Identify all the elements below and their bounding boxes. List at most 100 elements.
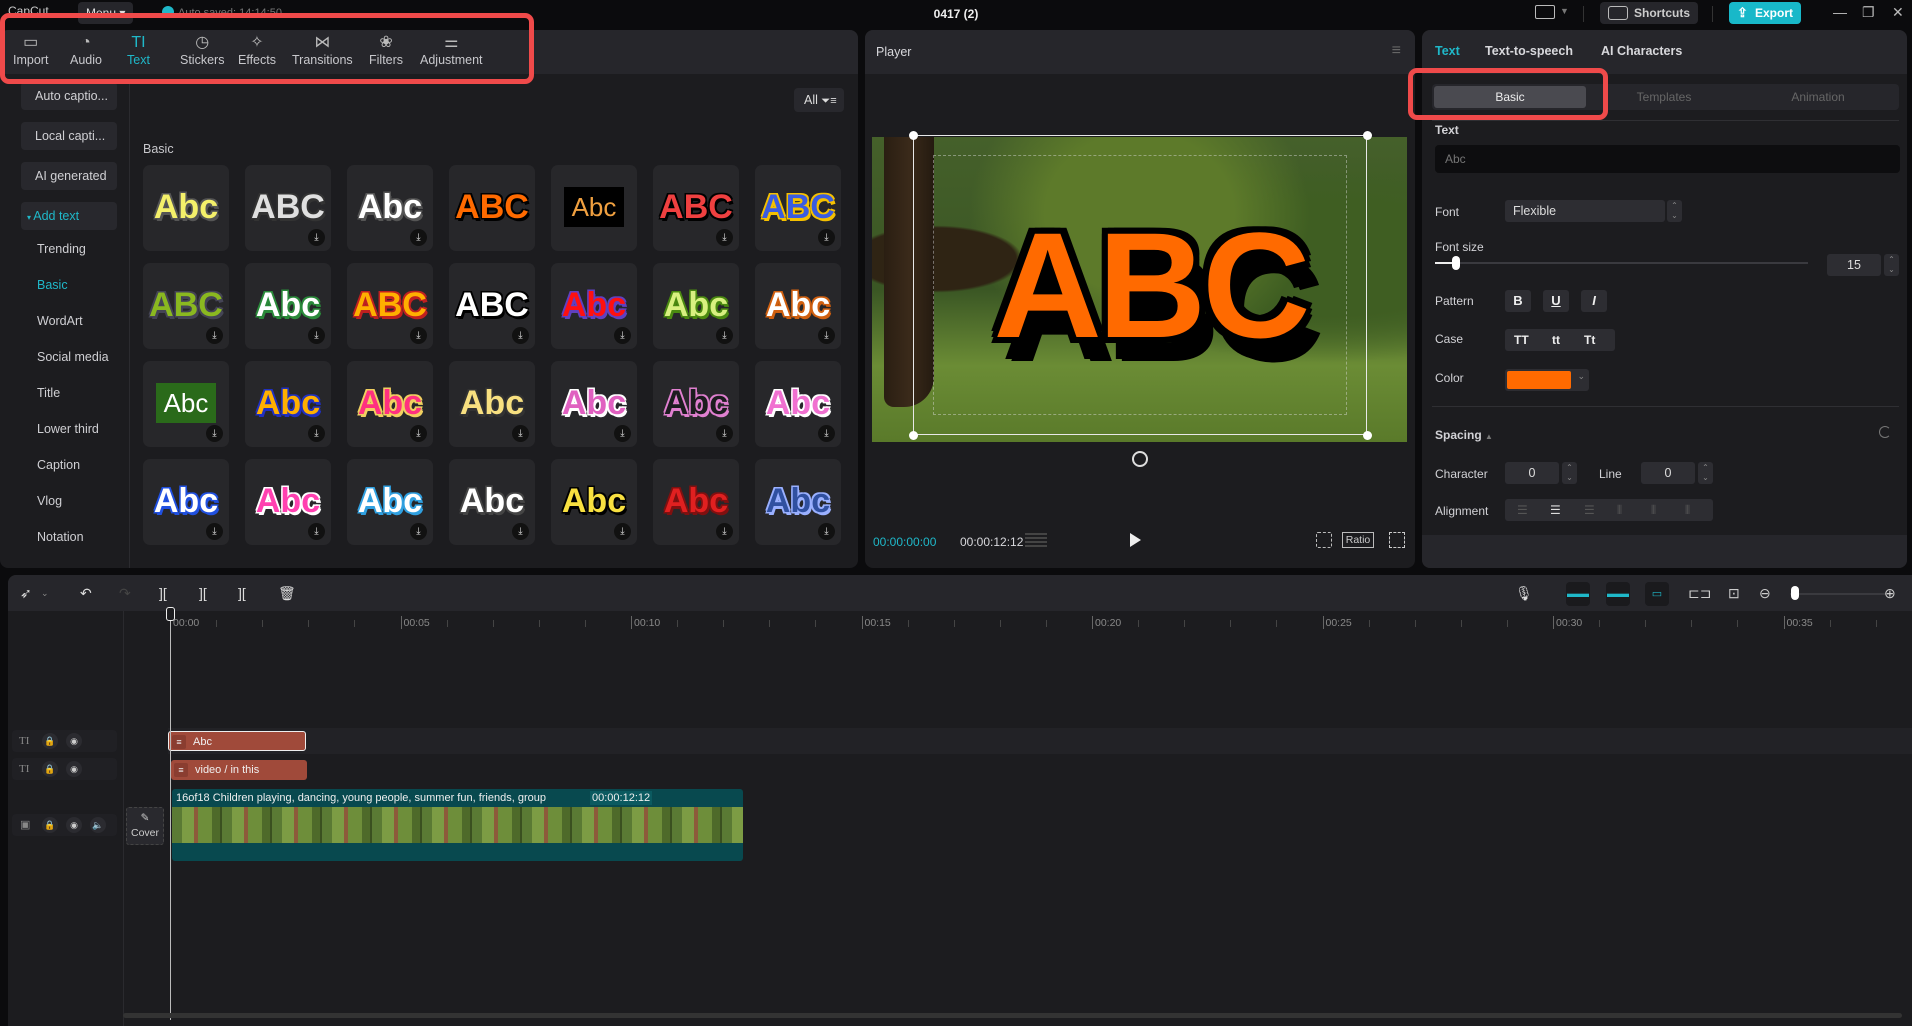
tab-text-to-speech[interactable]: Text-to-speech bbox=[1485, 44, 1573, 58]
download-icon[interactable]: ⤓ bbox=[512, 523, 529, 540]
linkage-button[interactable]: ▭ bbox=[1645, 582, 1669, 606]
text-clip[interactable]: ≡ video / in this bbox=[171, 760, 307, 780]
text-preset-card[interactable]: Abc ⤓ bbox=[551, 361, 637, 447]
text-preset-card[interactable]: Abc ⤓ bbox=[143, 361, 229, 447]
align-left-icon[interactable]: ☰ bbox=[1517, 502, 1528, 518]
text-preset-card[interactable]: Abc ⤓ bbox=[449, 361, 535, 447]
text-preset-card[interactable]: Abc ⤓ bbox=[551, 459, 637, 545]
text-preset-card[interactable]: Abc bbox=[551, 165, 637, 251]
eye-icon[interactable]: ◉ bbox=[66, 817, 82, 833]
ratio-button[interactable]: Ratio bbox=[1342, 532, 1374, 548]
text-preset-card[interactable]: ABC ⤓ bbox=[755, 165, 841, 251]
export-button[interactable]: ⇪ Export bbox=[1729, 2, 1801, 24]
titlecase-button[interactable]: Tt bbox=[1584, 329, 1595, 351]
align-center-icon[interactable]: ☰ bbox=[1550, 502, 1561, 518]
subtab-templates[interactable]: Templates bbox=[1588, 86, 1740, 108]
download-icon[interactable]: ⤓ bbox=[308, 425, 325, 442]
layout-icon[interactable] bbox=[1535, 5, 1555, 19]
download-icon[interactable]: ⤓ bbox=[716, 425, 733, 442]
sidebar-item-lower-third[interactable]: Lower third bbox=[37, 422, 99, 436]
download-icon[interactable]: ⤓ bbox=[308, 229, 325, 246]
text-input[interactable] bbox=[1435, 145, 1900, 173]
zoom-to-fit-icon[interactable]: ⊡ bbox=[1728, 584, 1740, 602]
lowercase-button[interactable]: tt bbox=[1552, 329, 1560, 351]
timeline-ruler[interactable]: 00:00 00:05 00:10 00:15 00:20 00:25 00:30 00:35 bbox=[123, 611, 1912, 637]
reset-icon[interactable] bbox=[1879, 426, 1891, 438]
resize-handle[interactable] bbox=[909, 431, 918, 440]
download-icon[interactable]: ⤓ bbox=[614, 425, 631, 442]
download-icon[interactable]: ⤓ bbox=[818, 229, 835, 246]
resize-handle[interactable] bbox=[1363, 431, 1372, 440]
text-preset-card[interactable]: Abc ⤓ bbox=[245, 263, 331, 349]
sidebar-item-trending[interactable]: Trending bbox=[37, 242, 86, 256]
tab-text[interactable]: Text bbox=[1435, 44, 1460, 58]
text-clip[interactable]: ≡ Abc bbox=[168, 731, 306, 751]
selection-box[interactable] bbox=[913, 135, 1367, 435]
vertical-top-icon[interactable]: ⫴ bbox=[1617, 502, 1622, 518]
download-icon[interactable]: ⤓ bbox=[716, 327, 733, 344]
video-clip[interactable]: 16of18 Children playing, dancing, young … bbox=[172, 789, 743, 861]
download-icon[interactable]: ⤓ bbox=[716, 523, 733, 540]
line-spacing-input[interactable]: 0 bbox=[1641, 462, 1695, 484]
text-preset-card[interactable]: Abc bbox=[143, 165, 229, 251]
tab-ai-characters[interactable]: AI Characters bbox=[1601, 44, 1682, 58]
font-size-stepper[interactable]: ⌃ ⌄ bbox=[1884, 254, 1899, 276]
restore-icon[interactable]: ❐ bbox=[1862, 4, 1875, 21]
text-preset-card[interactable]: Abc ⤓ bbox=[755, 459, 841, 545]
add-text-button[interactable]: ▾ Add text bbox=[21, 202, 117, 230]
tool-transitions[interactable]: ⋈ Transitions bbox=[292, 33, 353, 67]
uppercase-button[interactable]: TT bbox=[1514, 329, 1529, 351]
font-size-input[interactable]: 15 bbox=[1827, 254, 1881, 276]
fullscreen-icon[interactable] bbox=[1389, 532, 1405, 548]
tool-stickers[interactable]: ◷ Stickers bbox=[180, 33, 224, 67]
subtab-animation[interactable]: Animation bbox=[1742, 86, 1894, 108]
download-icon[interactable]: ⤓ bbox=[410, 229, 427, 246]
playhead-handle[interactable] bbox=[166, 607, 175, 621]
underline-button[interactable]: U bbox=[1543, 290, 1569, 312]
text-preset-card[interactable]: Abc ⤓ bbox=[245, 361, 331, 447]
download-icon[interactable]: ⤓ bbox=[410, 327, 427, 344]
download-icon[interactable]: ⤓ bbox=[410, 425, 427, 442]
main-track-magnet-button[interactable]: ▬▬ bbox=[1566, 582, 1590, 606]
preview-axis-icon[interactable]: ⊏⊐ bbox=[1688, 584, 1711, 602]
minimize-icon[interactable]: — bbox=[1833, 4, 1847, 20]
download-icon[interactable]: ⤓ bbox=[308, 523, 325, 540]
text-preset-card[interactable]: Abc ⤓ bbox=[143, 459, 229, 545]
bold-button[interactable]: B bbox=[1505, 290, 1531, 312]
text-preset-card[interactable]: Abc ⤓ bbox=[653, 263, 739, 349]
local-captions-button[interactable]: Local capti... bbox=[21, 122, 117, 150]
download-icon[interactable]: ⤓ bbox=[512, 327, 529, 344]
tool-audio[interactable]: ◔ Audio bbox=[70, 33, 102, 67]
download-icon[interactable]: ⤓ bbox=[512, 425, 529, 442]
line-spacing-stepper[interactable]: ⌃ ⌄ bbox=[1698, 462, 1713, 484]
select-tool-icon[interactable]: ➶ bbox=[20, 584, 32, 602]
download-icon[interactable]: ⤓ bbox=[818, 523, 835, 540]
delete-icon[interactable]: 🗑 bbox=[278, 584, 296, 602]
download-icon[interactable]: ⤓ bbox=[206, 425, 223, 442]
auto-snap-button[interactable]: ▬▬ bbox=[1606, 582, 1630, 606]
download-icon[interactable]: ⤓ bbox=[308, 327, 325, 344]
split-left-icon[interactable]: ][ bbox=[199, 584, 207, 602]
chevron-down-icon[interactable]: ⌄ bbox=[41, 584, 49, 602]
vertical-center-icon[interactable]: ⫴ bbox=[1651, 502, 1656, 518]
download-icon[interactable]: ⤓ bbox=[818, 327, 835, 344]
text-preset-card[interactable]: Abc ⤓ bbox=[347, 459, 433, 545]
playhead[interactable] bbox=[170, 613, 171, 1020]
subtab-basic[interactable]: Basic bbox=[1434, 86, 1586, 108]
sidebar-item-basic[interactable]: Basic bbox=[37, 278, 68, 292]
eye-icon[interactable]: ◉ bbox=[66, 761, 82, 777]
text-preset-card[interactable]: Abc ⤓ bbox=[653, 459, 739, 545]
text-preset-card[interactable]: ABC ⤓ bbox=[245, 165, 331, 251]
spacing-header[interactable]: Spacing ▲ bbox=[1435, 428, 1493, 442]
eye-icon[interactable]: ◉ bbox=[66, 733, 82, 749]
text-preset-card[interactable]: ABC ⤓ bbox=[143, 263, 229, 349]
tool-effects[interactable]: ✧ Effects bbox=[238, 33, 276, 67]
hamburger-menu-icon[interactable]: ≡ bbox=[1392, 42, 1401, 60]
fit-zoom-icon[interactable] bbox=[1316, 532, 1332, 548]
sidebar-item-vlog[interactable]: Vlog bbox=[37, 494, 62, 508]
download-icon[interactable]: ⤓ bbox=[206, 523, 223, 540]
audio-icon[interactable]: 🔈 bbox=[90, 817, 106, 833]
filter-button[interactable]: All ⏷≡ bbox=[794, 88, 844, 112]
chevron-down-icon[interactable]: ▼ bbox=[1560, 6, 1569, 16]
download-icon[interactable]: ⤓ bbox=[614, 523, 631, 540]
